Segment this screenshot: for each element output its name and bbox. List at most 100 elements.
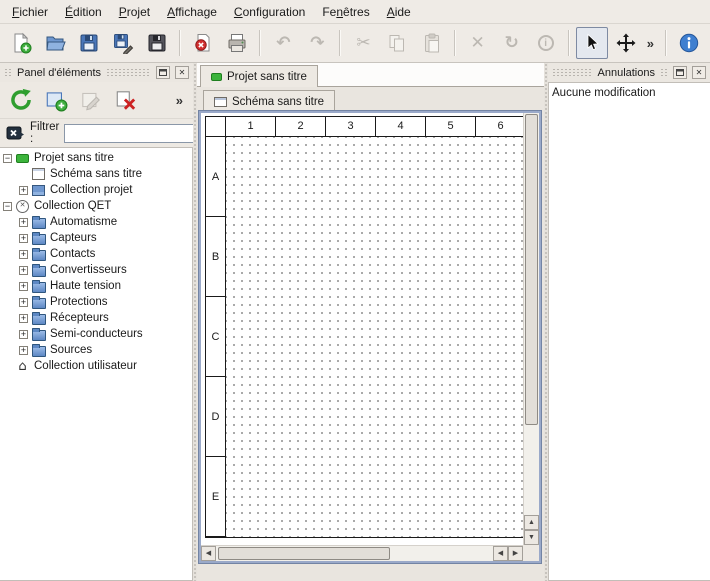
clear-filter-button[interactable] bbox=[5, 122, 25, 144]
toolbar-separator bbox=[339, 30, 341, 56]
scroll-down-button[interactable]: ▼ bbox=[524, 530, 539, 545]
scroll-left-button[interactable]: ◀ bbox=[493, 546, 508, 561]
delete-element-button[interactable] bbox=[112, 86, 140, 114]
tree-item[interactable]: Schéma sans titre bbox=[0, 166, 192, 182]
tree-expander[interactable] bbox=[19, 186, 28, 195]
redo-button[interactable]: ↷ bbox=[301, 27, 333, 59]
undo-dock-titlebar[interactable]: Annulations ✕ bbox=[548, 63, 710, 82]
tree-expander[interactable] bbox=[3, 202, 12, 211]
tree-expander[interactable] bbox=[19, 282, 28, 291]
edit-element-button[interactable] bbox=[77, 86, 105, 114]
save-button[interactable] bbox=[73, 27, 105, 59]
tree-item-icon bbox=[31, 184, 46, 197]
paste-button[interactable] bbox=[416, 27, 448, 59]
cut-button[interactable]: ✂ bbox=[347, 27, 379, 59]
tab-schema[interactable]: Schéma sans titre bbox=[203, 90, 335, 112]
move-mode-button[interactable] bbox=[610, 27, 642, 59]
tab-project-label: Projet sans titre bbox=[227, 71, 307, 83]
tree-expander[interactable] bbox=[19, 298, 28, 307]
drawing-grid[interactable] bbox=[226, 137, 526, 537]
element-info-icon: i bbox=[538, 35, 554, 51]
dock-drag-grip[interactable] bbox=[4, 68, 12, 78]
scroll-left-button[interactable]: ◀ bbox=[201, 546, 216, 561]
close-file-button[interactable] bbox=[187, 27, 219, 59]
scroll-left-icon: ◀ bbox=[206, 550, 211, 557]
menu-item[interactable]: Édition bbox=[57, 1, 110, 23]
select-arrow-icon bbox=[581, 32, 603, 54]
qelectrotech-window: Fichier Édition Projet Affichage Configu… bbox=[0, 0, 710, 581]
tree-item[interactable]: Projet sans titre bbox=[0, 150, 192, 166]
new-element-button[interactable] bbox=[42, 86, 70, 114]
tree-expander[interactable] bbox=[19, 234, 28, 243]
tree-item[interactable]: Sources bbox=[0, 342, 192, 358]
close-dock-button[interactable]: ✕ bbox=[692, 66, 706, 79]
schema-window: Schéma sans titre 123456 ABCDE bbox=[199, 89, 541, 563]
tree-item[interactable]: Collection projet bbox=[0, 182, 192, 198]
undo-icon: ↶ bbox=[276, 35, 290, 52]
float-dock-button[interactable] bbox=[156, 66, 170, 79]
dock-drag-grip[interactable] bbox=[660, 68, 668, 78]
row-ruler-cell: D bbox=[206, 377, 226, 457]
print-icon bbox=[226, 32, 248, 54]
save-all-button[interactable] bbox=[141, 27, 173, 59]
tree-item[interactable]: Semi-conducteurs bbox=[0, 326, 192, 342]
save-as-icon bbox=[112, 32, 134, 54]
tree-expander[interactable] bbox=[19, 330, 28, 339]
new-element-icon bbox=[44, 88, 68, 112]
scrollbar-corner bbox=[523, 545, 539, 561]
reload-collections-button[interactable] bbox=[7, 86, 35, 114]
dock-drag-grip[interactable] bbox=[552, 68, 593, 78]
vertical-scroll-thumb[interactable] bbox=[525, 114, 538, 425]
rotate-button[interactable]: ↻ bbox=[496, 27, 528, 59]
copy-button[interactable] bbox=[381, 27, 413, 59]
toolbar-separator bbox=[568, 30, 570, 56]
tree-item[interactable]: Collection utilisateur bbox=[0, 358, 192, 374]
print-button[interactable] bbox=[221, 27, 253, 59]
menu-item[interactable]: Configuration bbox=[226, 1, 313, 23]
tree-item[interactable]: Protections bbox=[0, 294, 192, 310]
tree-expander[interactable] bbox=[19, 314, 28, 323]
menu-item[interactable]: Fenêtres bbox=[314, 1, 377, 23]
menu-item[interactable]: Fichier bbox=[4, 1, 56, 23]
save-as-button[interactable] bbox=[107, 27, 139, 59]
tree-expander[interactable] bbox=[19, 346, 28, 355]
new-file-button[interactable] bbox=[5, 27, 37, 59]
undo-button[interactable]: ↶ bbox=[267, 27, 299, 59]
tree-item[interactable]: Capteurs bbox=[0, 230, 192, 246]
panel-overflow-button[interactable]: » bbox=[173, 93, 186, 108]
tree-expander[interactable] bbox=[19, 266, 28, 275]
elements-panel-titlebar[interactable]: Panel d'éléments ✕ bbox=[0, 63, 193, 82]
tree-item-label: Collection projet bbox=[50, 184, 132, 196]
menu-item[interactable]: Affichage bbox=[159, 1, 225, 23]
close-dock-button[interactable]: ✕ bbox=[175, 66, 189, 79]
elements-panel-toolbar: » bbox=[0, 82, 193, 119]
tree-item[interactable]: Convertisseurs bbox=[0, 262, 192, 278]
select-mode-button[interactable] bbox=[576, 27, 608, 59]
tree-item-icon bbox=[31, 280, 46, 293]
open-project-button[interactable] bbox=[39, 27, 71, 59]
delete-button[interactable]: ✕ bbox=[462, 27, 494, 59]
horizontal-scroll-thumb[interactable] bbox=[218, 547, 390, 560]
tab-project[interactable]: Projet sans titre bbox=[200, 65, 318, 87]
scroll-up-button[interactable]: ▲ bbox=[524, 515, 539, 530]
tree-item[interactable]: Automatisme bbox=[0, 214, 192, 230]
menu-item[interactable]: Aide bbox=[379, 1, 419, 23]
dock-drag-grip[interactable] bbox=[106, 68, 151, 78]
tree-item[interactable]: Collection QET bbox=[0, 198, 192, 214]
tree-expander[interactable] bbox=[3, 154, 12, 163]
column-ruler-cell: 5 bbox=[426, 117, 476, 137]
tree-expander[interactable] bbox=[19, 250, 28, 259]
element-info-button[interactable]: i bbox=[530, 27, 562, 59]
toolbar-overflow-button[interactable]: » bbox=[644, 36, 657, 51]
menu-bar: Fichier Édition Projet Affichage Configu… bbox=[0, 0, 710, 24]
scroll-right-button[interactable]: ▶ bbox=[508, 546, 523, 561]
float-dock-button[interactable] bbox=[673, 66, 687, 79]
menu-item[interactable]: Projet bbox=[111, 1, 158, 23]
tree-item[interactable]: Récepteurs bbox=[0, 310, 192, 326]
tree-item[interactable]: Contacts bbox=[0, 246, 192, 262]
tree-expander[interactable] bbox=[19, 218, 28, 227]
undo-history-item[interactable]: Aucune modification bbox=[552, 85, 707, 101]
project-icon bbox=[211, 73, 222, 81]
about-qet-button[interactable] bbox=[673, 27, 705, 59]
tree-item[interactable]: Haute tension bbox=[0, 278, 192, 294]
